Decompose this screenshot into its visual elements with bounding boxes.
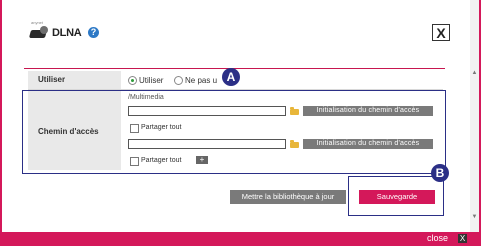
footer-close-icon[interactable]: X: [458, 234, 467, 243]
scroll-up-icon[interactable]: ▲: [470, 70, 479, 76]
annotation-box-b: [348, 176, 444, 216]
dlna-logo-icon: [28, 25, 48, 39]
update-library-button[interactable]: Mettre la bibliothèque à jour: [230, 190, 346, 204]
vertical-scrollbar[interactable]: ▲ ▼: [470, 0, 479, 232]
use-on-label: Utiliser: [139, 76, 164, 85]
scroll-down-icon[interactable]: ▼: [470, 214, 479, 220]
dialog-title: DLNA: [52, 27, 82, 39]
help-icon[interactable]: ?: [88, 27, 99, 38]
dialog-header: anynet DLNA ? X: [2, 0, 479, 62]
use-off-label: Ne pas u: [185, 76, 218, 85]
annotation-marker-a: A: [222, 68, 240, 86]
use-off-radio[interactable]: [174, 76, 183, 85]
close-dialog-button[interactable]: X: [432, 24, 450, 41]
dlna-dialog: anynet DLNA ? X ▲ ▼ Utiliser Utiliser Ne…: [2, 0, 479, 232]
annotation-box-a: [22, 90, 446, 174]
use-on-radio[interactable]: [128, 76, 137, 85]
logo-caption: anynet: [31, 20, 44, 25]
use-label: Utiliser: [28, 71, 121, 89]
logo-disc: [40, 26, 48, 34]
annotation-marker-b: B: [431, 164, 449, 182]
footer-close-label[interactable]: close: [427, 233, 448, 243]
